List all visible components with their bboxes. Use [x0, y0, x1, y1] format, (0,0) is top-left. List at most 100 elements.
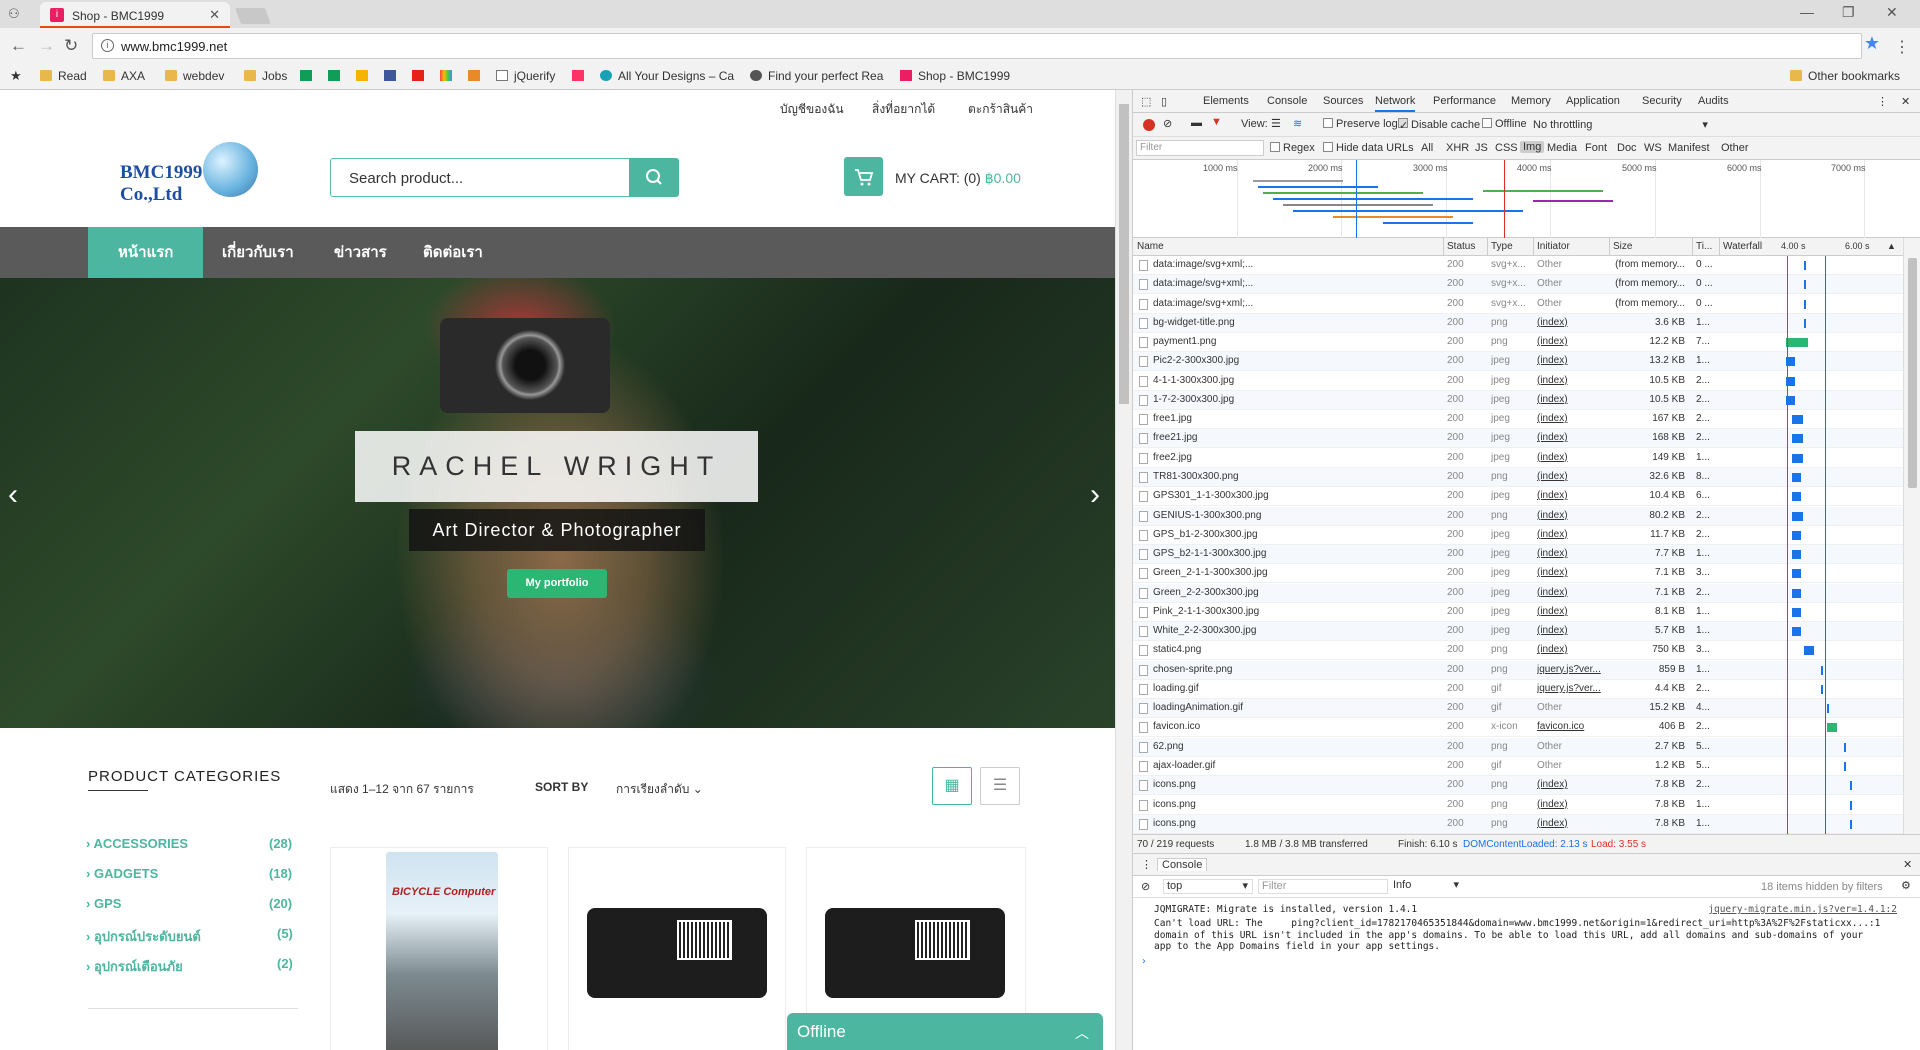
cart-button[interactable] — [844, 157, 883, 196]
console-source-link[interactable]: jquery-migrate.min.js?ver=1.4.1:2 — [1708, 904, 1897, 915]
regex-checkbox[interactable]: Regex — [1270, 142, 1315, 154]
bookmark-find-your-perfect[interactable]: Find your perfect Rea — [750, 69, 883, 83]
bookmark-star-icon[interactable]: ★ — [1864, 33, 1880, 54]
network-scrollbar[interactable] — [1903, 238, 1920, 834]
type-manifest[interactable]: Manifest — [1668, 142, 1710, 154]
offline-chat-widget[interactable]: Offline ︿ — [787, 1013, 1103, 1050]
facebook-icon[interactable] — [384, 69, 402, 83]
type-font[interactable]: Font — [1585, 142, 1607, 154]
request-initiator[interactable]: (index) — [1537, 355, 1607, 366]
nav-about[interactable]: เกี่ยวกับเรา — [222, 227, 294, 278]
type-img[interactable]: Img — [1520, 141, 1545, 153]
slider-next-icon[interactable]: › — [1090, 478, 1100, 512]
category-gps[interactable]: › GPS — [86, 896, 121, 911]
type-xhr[interactable]: XHR — [1446, 142, 1469, 154]
devtools-menu-icon[interactable]: ⋮ — [1877, 95, 1888, 108]
site-logo[interactable]: BMC1999 Co.,Ltd — [118, 142, 268, 205]
address-bar[interactable]: i www.bmc1999.net — [92, 33, 1862, 59]
sheets-icon[interactable] — [328, 69, 346, 83]
tab-sources[interactable]: Sources — [1323, 95, 1363, 107]
request-initiator[interactable]: Other — [1537, 298, 1607, 309]
bookmark-other[interactable]: Other bookmarks — [1790, 69, 1900, 83]
tab-close-icon[interactable]: ✕ — [209, 7, 220, 23]
category-alarm-devices[interactable]: › อุปกรณ์เตือนภัย — [86, 956, 183, 977]
request-initiator[interactable]: (index) — [1537, 799, 1607, 810]
type-doc[interactable]: Doc — [1617, 142, 1637, 154]
drawer-menu-icon[interactable]: ⋮ — [1141, 858, 1152, 871]
cart-summary[interactable]: MY CART: (0) ฿0.00 — [895, 170, 1021, 187]
request-initiator[interactable]: (index) — [1537, 490, 1607, 501]
clear-icon[interactable]: ⊘ — [1163, 117, 1172, 130]
request-initiator[interactable]: (index) — [1537, 606, 1607, 617]
sort-select[interactable]: การเรียงลำดับ ⌄ — [616, 780, 703, 799]
request-initiator[interactable]: favicon.ico — [1537, 721, 1607, 732]
category-car-accessories[interactable]: › อุปกรณ์ประดับยนต์ — [86, 926, 201, 947]
list-view-button[interactable]: ☰ — [980, 767, 1020, 805]
page-scrollbar[interactable] — [1115, 90, 1132, 1050]
context-select[interactable]: top ▾ — [1163, 879, 1253, 894]
grid-view-button[interactable]: ▦ — [932, 767, 972, 805]
tab-console-drawer[interactable]: Console — [1157, 858, 1208, 871]
nav-news[interactable]: ข่าวสาร — [334, 227, 387, 278]
search-button[interactable] — [629, 158, 679, 197]
scroll-thumb[interactable] — [1119, 104, 1129, 404]
col-initiator[interactable]: Initiator — [1537, 241, 1570, 252]
mountains-icon[interactable] — [468, 69, 486, 83]
large-rows-icon[interactable]: ☰ — [1271, 117, 1281, 130]
log-level-select[interactable]: Info ▾ — [1393, 879, 1463, 894]
sheets-icon[interactable] — [300, 69, 318, 83]
browser-menu-icon[interactable]: ⋮ — [1894, 37, 1910, 57]
product-card[interactable]: BICYCLE Computer — [330, 847, 548, 1050]
request-initiator[interactable]: (index) — [1537, 413, 1607, 424]
drawer-close-icon[interactable]: ✕ — [1903, 858, 1912, 871]
type-css[interactable]: CSS — [1495, 142, 1518, 154]
back-icon[interactable]: ← — [10, 36, 27, 56]
request-initiator[interactable]: Other — [1537, 760, 1607, 771]
throttling-select[interactable]: No throttling ▾ — [1533, 118, 1708, 131]
cart-link[interactable]: ตะกร้าสินค้า — [968, 100, 1033, 119]
tab-audits[interactable]: Audits — [1698, 95, 1729, 107]
category-gadgets[interactable]: › GADGETS — [86, 866, 158, 881]
tab-elements[interactable]: Elements — [1203, 95, 1249, 107]
console-clear-icon[interactable]: ⊘ — [1141, 880, 1150, 893]
console-settings-icon[interactable]: ⚙ — [1901, 879, 1911, 892]
bookmark-jquerify[interactable]: jQuerify — [496, 69, 555, 83]
browser-tab[interactable]: i Shop - BMC1999 ✕ — [40, 2, 230, 28]
info-icon[interactable]: i — [101, 39, 114, 52]
col-size[interactable]: Size — [1613, 241, 1632, 252]
col-name[interactable]: Name — [1137, 241, 1164, 252]
bookmark-shop-bmc1999[interactable]: Shop - BMC1999 — [900, 69, 1010, 83]
offline-checkbox[interactable]: Offline — [1482, 118, 1527, 130]
request-initiator[interactable]: Other — [1537, 702, 1607, 713]
slider-prev-icon[interactable]: ‹ — [8, 478, 18, 512]
chevron-up-icon[interactable]: ︿ — [1075, 1023, 1089, 1043]
wishlist-link[interactable]: สิ่งที่อยากได้ — [872, 100, 935, 119]
request-initiator[interactable]: (index) — [1537, 317, 1607, 328]
filter-input[interactable]: Filter — [1136, 140, 1264, 156]
device-toggle-icon[interactable]: ▯ — [1161, 95, 1167, 108]
request-initiator[interactable]: jquery.js?ver... — [1537, 664, 1607, 675]
bookmark-read[interactable]: Read — [40, 69, 87, 83]
youtube-icon[interactable] — [412, 69, 430, 83]
request-initiator[interactable]: (index) — [1537, 471, 1607, 482]
type-ws[interactable]: WS — [1644, 142, 1662, 154]
tab-console[interactable]: Console — [1267, 95, 1307, 107]
colorful-icon[interactable] — [440, 69, 458, 83]
keep-icon[interactable] — [356, 69, 374, 83]
console-filter-input[interactable]: Filter — [1258, 879, 1388, 894]
record-icon[interactable] — [1143, 119, 1155, 131]
request-initiator[interactable]: (index) — [1537, 336, 1607, 347]
bookmark-axa[interactable]: AXA — [103, 69, 145, 83]
inspect-icon[interactable]: ⬚ — [1141, 95, 1151, 108]
minimize-button[interactable]: — — [1800, 4, 1814, 20]
devtools-close-icon[interactable]: ✕ — [1901, 95, 1910, 108]
hide-data-urls-checkbox[interactable]: Hide data URLs — [1323, 142, 1414, 154]
request-initiator[interactable]: (index) — [1537, 510, 1607, 521]
tab-application[interactable]: Application — [1566, 95, 1620, 107]
filter-icon[interactable]: ▼ — [1211, 116, 1222, 128]
reload-icon[interactable]: ↻ — [64, 36, 78, 56]
tab-memory[interactable]: Memory — [1511, 95, 1551, 107]
request-initiator[interactable]: (index) — [1537, 452, 1607, 463]
close-window-button[interactable]: ✕ — [1886, 4, 1898, 21]
portfolio-button[interactable]: My portfolio — [507, 569, 607, 598]
